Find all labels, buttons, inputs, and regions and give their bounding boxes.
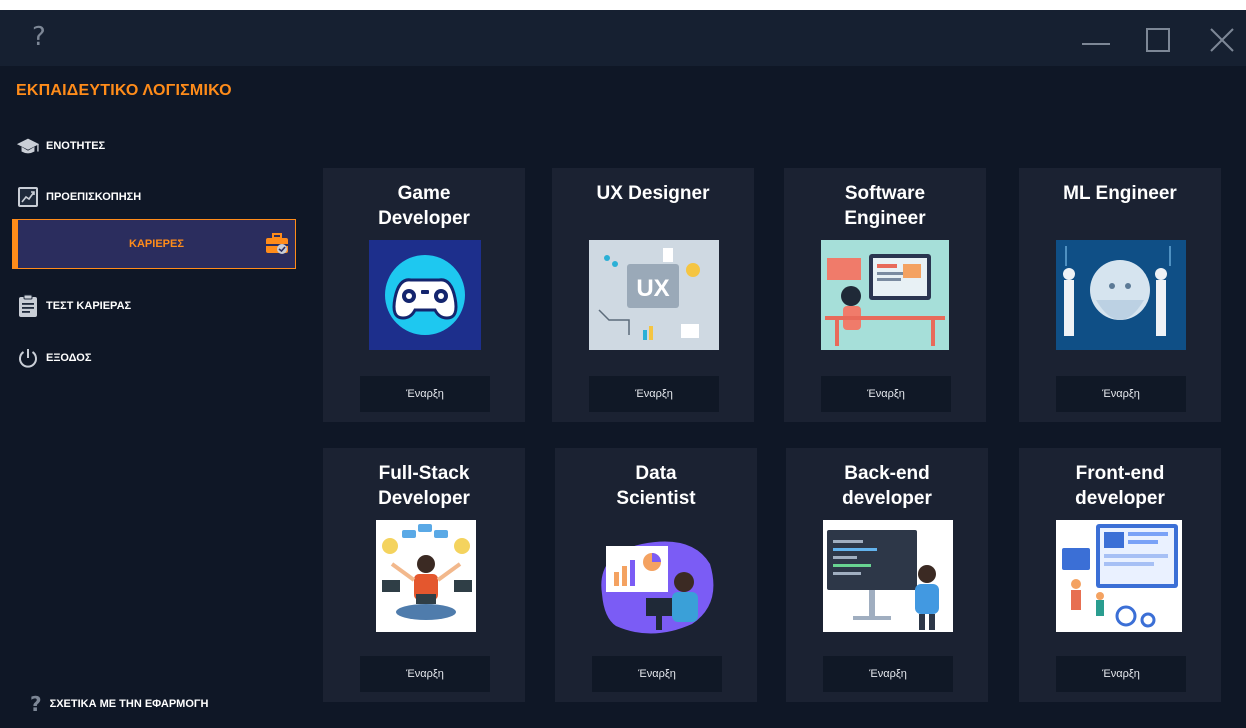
back-end-developer-image [823,520,953,632]
career-title-line: developer [842,488,932,509]
sidebar-item-label: ΠΡΟΕΠΙΣΚΟΠΗΣΗ [46,191,142,203]
career-card-title: Full-Stack Developer [323,461,525,511]
help-icon: ? [30,692,42,716]
start-button[interactable]: Έναρξη [360,376,490,412]
title-bar: ? [0,10,1246,66]
career-card-title: UX Designer [552,181,754,206]
sidebar-item-label: ΕΝΟΤΗΤΕΣ [46,140,106,152]
power-icon [16,346,40,370]
start-button[interactable]: Έναρξη [823,656,953,692]
start-button[interactable]: Έναρξη [1056,376,1186,412]
sidebar-item-careers[interactable]: ΚΑΡΙΕΡΕΣ [12,219,296,269]
career-card-data-scientist: Data Scientist Έναρξη [555,448,757,702]
maximize-button[interactable] [1146,26,1174,54]
app-window: ? ΕΚΠΑΙΔΕΥΤΙΚΟ ΛΟΓΙΣΜΙΚΟ ΕΝΟΤΗΤΕΣ ΠΡΟΕΠΙ… [0,10,1246,728]
career-title-line: Engineer [844,208,926,229]
close-icon [1210,28,1234,52]
career-title-line: Developer [378,208,470,229]
graduation-cap-icon [16,134,40,158]
sidebar-item-career-test[interactable]: ΤΕΣΤ ΚΑΡΙΕΡΑΣ [16,286,296,326]
career-card-full-stack-developer: Full-Stack Developer Έναρξη [323,448,525,702]
career-title-line: Scientist [616,488,696,509]
sidebar: ΕΚΠΑΙΔΕΥΤΙΚΟ ΛΟΓΙΣΜΙΚΟ ΕΝΟΤΗΤΕΣ ΠΡΟΕΠΙΣΚ… [0,66,305,728]
data-scientist-image [592,534,720,638]
career-card-back-end-developer: Back-end developer Έναρξη [786,448,988,702]
sidebar-item-label: ΚΑΡΙΕΡΕΣ [129,238,184,250]
ml-engineer-image [1056,240,1186,350]
start-button[interactable]: Έναρξη [360,656,490,692]
briefcase-icon [265,232,289,256]
career-card-ml-engineer: ML Engineer Έναρξη [1019,168,1221,422]
start-button[interactable]: Έναρξη [1056,656,1186,692]
career-title-line: Full-Stack [378,463,470,484]
career-title-line: Front-end [1075,463,1165,484]
help-icon[interactable]: ? [32,24,46,50]
sidebar-item-exit[interactable]: ΕΞΟΔΟΣ [16,338,296,378]
sidebar-item-units[interactable]: ΕΝΟΤΗΤΕΣ [16,126,296,166]
career-card-front-end-developer: Front-end developer Έναρξη [1019,448,1221,702]
full-stack-image [376,520,476,632]
career-card-game-developer: Game Developer Έναρξη [323,168,525,422]
start-button[interactable]: Έναρξη [592,656,722,692]
sidebar-item-label: ΤΕΣΤ ΚΑΡΙΕΡΑΣ [46,300,132,312]
minimize-button[interactable] [1082,26,1110,54]
about-app-label: ΣΧΕΤΙΚΑ ΜΕ ΤΗΝ ΕΦΑΡΜΟΓΗ [49,698,209,710]
career-title-line: Software [844,183,926,204]
start-button[interactable]: Έναρξη [821,376,951,412]
career-title-line: Back-end [844,463,930,484]
career-title-line: UX Designer [596,183,710,204]
career-card-ux-designer: UX Designer UX Έναρξη [552,168,754,422]
ux-design-image: UX [589,240,719,350]
ux-image-text: UX [636,275,669,302]
gamepad-image [369,240,481,350]
maximize-icon [1146,28,1170,52]
front-end-developer-image [1056,520,1182,632]
sidebar-item-label: ΕΞΟΔΟΣ [46,352,92,364]
sidebar-item-preview[interactable]: ΠΡΟΕΠΙΣΚΟΠΗΣΗ [16,177,296,217]
clipboard-icon [16,294,40,318]
career-card-title: Data Scientist [555,461,757,511]
app-root: ? ΕΚΠΑΙΔΕΥΤΙΚΟ ΛΟΓΙΣΜΙΚΟ ΕΝΟΤΗΤΕΣ ΠΡΟΕΠΙ… [0,0,1246,728]
career-card-title: Front-end developer [1019,461,1221,511]
career-card-software-engineer: Software Engineer Έναρξη [784,168,986,422]
career-card-title: Software Engineer [784,181,986,231]
career-card-title: Game Developer [323,181,525,231]
career-title-line: developer [1075,488,1165,509]
career-title-line: Data [635,463,677,484]
close-button[interactable] [1208,26,1236,54]
career-card-title: Back-end developer [786,461,988,511]
minimize-icon [1082,43,1110,45]
chart-line-icon [16,185,40,209]
software-engineer-image [821,240,949,350]
career-card-title: ML Engineer [1019,181,1221,206]
career-title-line: Developer [378,488,470,509]
career-title-line: ML Engineer [1063,183,1177,204]
app-title: ΕΚΠΑΙΔΕΥΤΙΚΟ ΛΟΓΙΣΜΙΚΟ [16,82,232,99]
start-button[interactable]: Έναρξη [589,376,719,412]
career-title-line: Game [397,183,451,204]
about-app-link[interactable]: ? ΣΧΕΤΙΚΑ ΜΕ ΤΗΝ ΕΦΑΡΜΟΓΗ [30,694,208,714]
